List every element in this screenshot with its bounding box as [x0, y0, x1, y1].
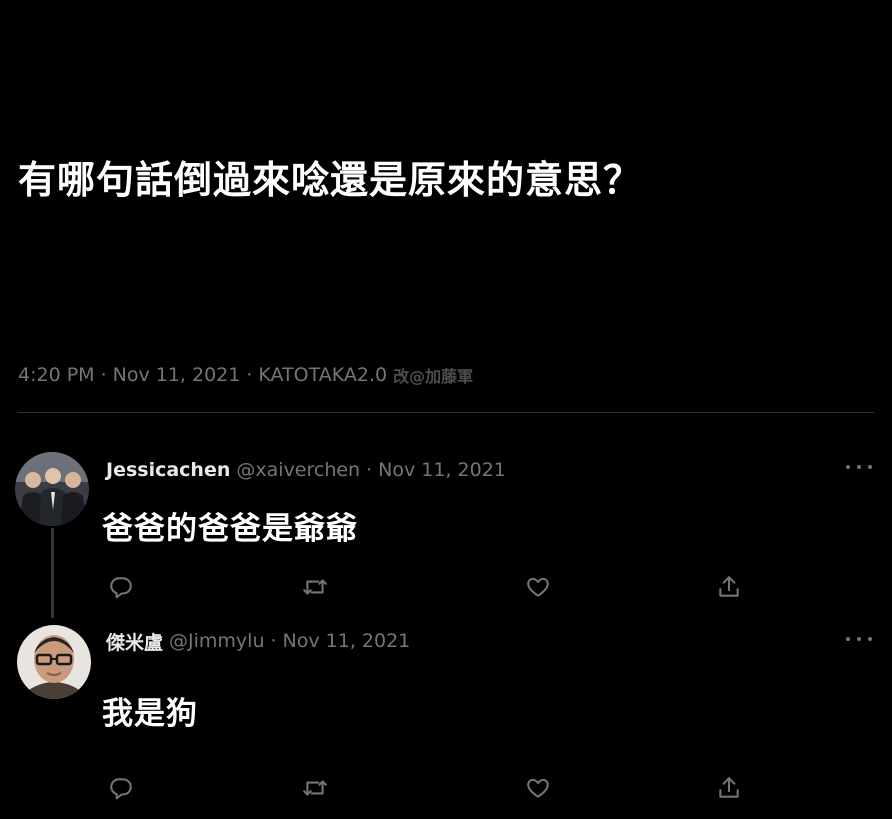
- meta-separator: ·: [100, 364, 107, 386]
- reply-text: 爸爸的爸爸是爺爺: [102, 511, 358, 547]
- retweet-icon[interactable]: [302, 574, 328, 600]
- watermark-text: 改@加藤軍: [393, 367, 474, 386]
- reply-date[interactable]: Nov 11, 2021: [283, 630, 411, 652]
- tweet-meta: 4:20 PM · Nov 11, 2021 · KATOTAKA2.0 改@加…: [18, 362, 473, 388]
- avatar[interactable]: [17, 625, 91, 699]
- group-photo-avatar: [15, 452, 89, 526]
- meta-separator: ·: [246, 364, 253, 386]
- reply-text: 我是狗: [102, 696, 198, 732]
- tweet-time[interactable]: 4:20 PM: [18, 364, 95, 386]
- reply-author-handle[interactable]: @xaiverchen: [236, 459, 360, 481]
- tweet-date[interactable]: Nov 11, 2021: [113, 364, 241, 386]
- tweet-client[interactable]: KATOTAKA2.0: [258, 364, 387, 386]
- reply-icon[interactable]: [108, 574, 134, 600]
- divider: [18, 412, 874, 413]
- reply-author-handle[interactable]: @Jimmylu: [169, 630, 264, 652]
- more-icon[interactable]: [846, 462, 872, 472]
- reply-author-name[interactable]: 傑米盧: [106, 628, 163, 655]
- share-icon[interactable]: [716, 574, 742, 600]
- reply-icon[interactable]: [108, 775, 134, 801]
- more-icon[interactable]: [846, 634, 872, 644]
- reply-header: 傑米盧 @Jimmylu · Nov 11, 2021: [106, 628, 410, 654]
- reply-header: Jessicachen @xaiverchen · Nov 11, 2021: [106, 457, 506, 483]
- like-icon[interactable]: [525, 775, 551, 801]
- man-with-glasses-avatar: [17, 625, 91, 699]
- meta-separator: ·: [270, 630, 277, 652]
- tweet-text: 有哪句話倒過來唸還是原來的意思？: [18, 158, 643, 202]
- thread-connector: [51, 528, 54, 618]
- reply-author-name[interactable]: Jessicachen: [106, 459, 230, 481]
- avatar[interactable]: [15, 452, 89, 526]
- reply-date[interactable]: Nov 11, 2021: [378, 459, 506, 481]
- like-icon[interactable]: [525, 574, 551, 600]
- retweet-icon[interactable]: [302, 775, 328, 801]
- meta-separator: ·: [366, 459, 373, 481]
- share-icon[interactable]: [716, 775, 742, 801]
